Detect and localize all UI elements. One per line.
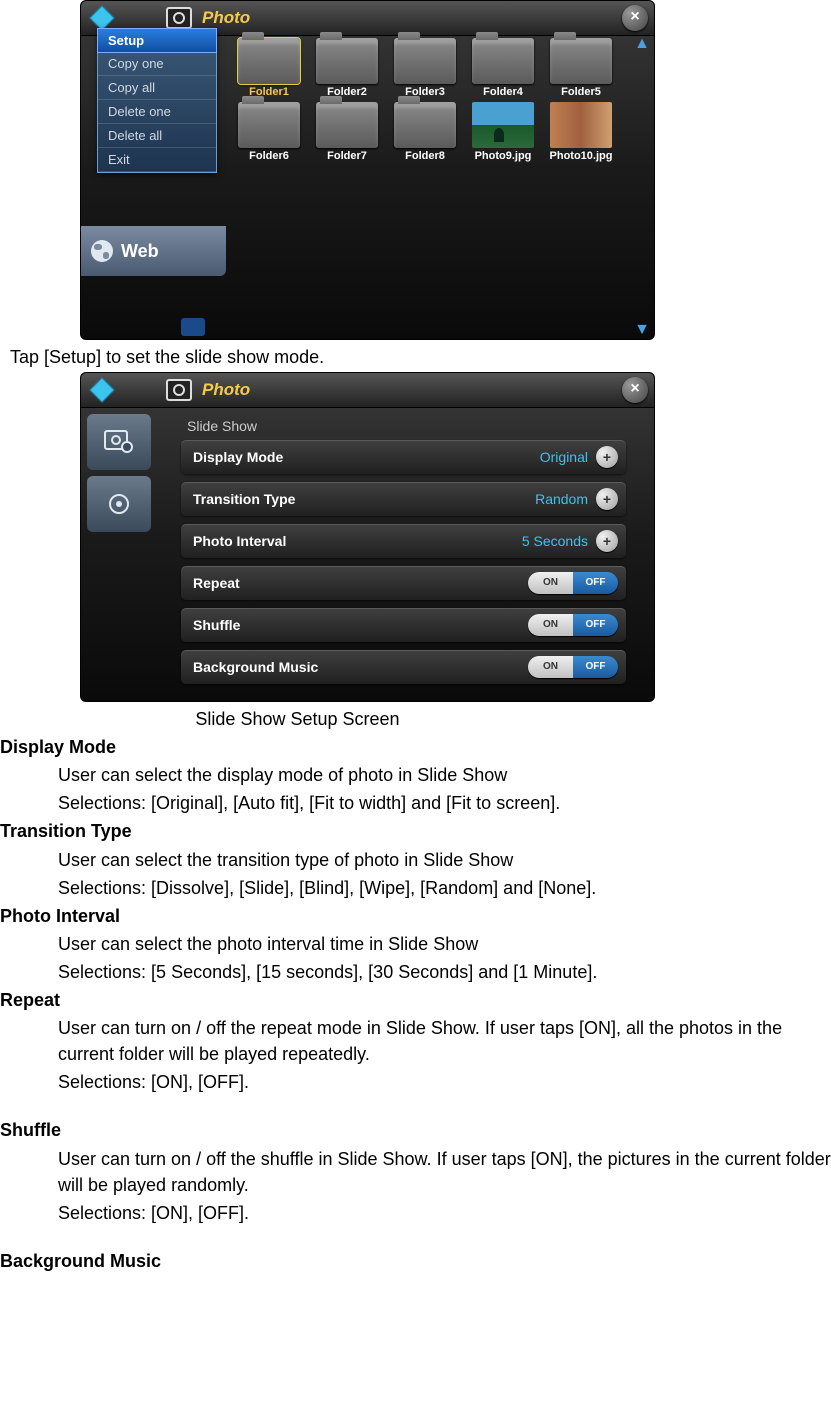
setting-value: Random [535, 491, 588, 507]
setting-label: Display Mode [193, 449, 540, 465]
photo-thumbnail [550, 102, 612, 148]
title-bar: Photo × [81, 373, 654, 408]
folder-icon [394, 102, 456, 148]
toggle-switch[interactable]: ON OFF [528, 572, 618, 594]
folder-icon [238, 102, 300, 148]
folder-item[interactable]: Folder4 [465, 38, 541, 98]
folder-icon [550, 38, 612, 84]
scroll-bar: ▲ ▼ [632, 36, 652, 338]
photo-interval-row[interactable]: Photo Interval 5 Seconds + [181, 524, 626, 558]
setting-value: Original [540, 449, 588, 465]
text: Selections: [ON], [OFF]. [58, 1069, 831, 1095]
folder-item[interactable]: Folder1 [231, 38, 307, 98]
folder-icon [394, 38, 456, 84]
folder-item[interactable]: Folder2 [309, 38, 385, 98]
text: Selections: [5 Seconds], [15 seconds], [… [58, 959, 831, 985]
shuffle-row[interactable]: Shuffle ON OFF [181, 608, 626, 642]
menu-copy-all[interactable]: Copy all [98, 76, 216, 100]
folder-icon [238, 38, 300, 84]
globe-icon [91, 240, 113, 262]
caption-2: Slide Show Setup Screen [10, 706, 585, 732]
photo-icon [166, 379, 192, 401]
folder-icon [472, 38, 534, 84]
web-tab-label: Web [121, 241, 159, 262]
text: User can turn on / off the shuffle in Sl… [58, 1146, 831, 1198]
image-gear-icon [104, 430, 134, 454]
app-logo-icon [93, 381, 111, 399]
text: User can select the transition type of p… [58, 847, 831, 873]
background-music-row[interactable]: Background Music ON OFF [181, 650, 626, 684]
setting-label: Photo Interval [193, 533, 522, 549]
app-logo-icon [93, 9, 111, 27]
caption-1: Tap [Setup] to set the slide show mode. [10, 344, 831, 370]
folder-icon [316, 38, 378, 84]
plus-button[interactable]: + [596, 488, 618, 510]
photo-thumbnail [472, 102, 534, 148]
setting-label: Background Music [193, 659, 528, 675]
text: Selections: [Dissolve], [Slide], [Blind]… [58, 875, 831, 901]
heading-transition-type: Transition Type [0, 818, 831, 844]
menu-copy-one[interactable]: Copy one [98, 52, 216, 76]
heading-repeat: Repeat [0, 987, 831, 1013]
photo-settings-tab[interactable] [87, 414, 151, 470]
section-header: Slide Show [187, 418, 626, 434]
folder-item[interactable]: Folder3 [387, 38, 463, 98]
menu-exit[interactable]: Exit [98, 148, 216, 172]
heading-background-music: Background Music [0, 1248, 831, 1274]
photo-browser-screenshot: Photo × Setup Copy one Copy all Delete o… [80, 0, 655, 340]
folder-grid: Folder1 Folder2 Folder3 Folder4 Folder5 … [231, 38, 631, 162]
slideshow-setup-screenshot: Photo × Slide Show Display Mode Original… [80, 372, 655, 702]
heading-shuffle: Shuffle [0, 1117, 831, 1143]
toggle-switch[interactable]: ON OFF [528, 614, 618, 636]
app-title: Photo [202, 8, 250, 28]
text: Selections: [Original], [Auto fit], [Fit… [58, 790, 831, 816]
setting-label: Shuffle [193, 617, 528, 633]
folder-item[interactable]: Folder5 [543, 38, 619, 98]
context-menu: Setup Copy one Copy all Delete one Delet… [97, 28, 217, 173]
plus-button[interactable]: + [596, 446, 618, 468]
photo-item[interactable]: Photo10.jpg [543, 102, 619, 162]
app-title: Photo [202, 380, 250, 400]
close-button[interactable]: × [622, 377, 648, 403]
settings-list: Slide Show Display Mode Original + Trans… [181, 418, 626, 684]
web-tab[interactable]: Web [81, 226, 226, 276]
text: User can turn on / off the repeat mode i… [58, 1015, 831, 1067]
setup-sidebar [81, 408, 161, 532]
gear-icon [106, 491, 132, 517]
close-button[interactable]: × [622, 5, 648, 31]
photo-item[interactable]: Photo9.jpg [465, 102, 541, 162]
scroll-down-icon[interactable]: ▼ [634, 322, 650, 338]
heading-photo-interval: Photo Interval [0, 903, 831, 929]
bottom-control-icon[interactable] [181, 318, 205, 336]
folder-item[interactable]: Folder8 [387, 102, 463, 162]
setting-label: Transition Type [193, 491, 535, 507]
folder-icon [316, 102, 378, 148]
repeat-row[interactable]: Repeat ON OFF [181, 566, 626, 600]
menu-delete-one[interactable]: Delete one [98, 100, 216, 124]
general-settings-tab[interactable] [87, 476, 151, 532]
text: User can select the display mode of phot… [58, 762, 831, 788]
menu-setup[interactable]: Setup [97, 28, 217, 53]
scroll-up-icon[interactable]: ▲ [634, 36, 650, 52]
heading-display-mode: Display Mode [0, 734, 831, 760]
text: User can select the photo interval time … [58, 931, 831, 957]
folder-item[interactable]: Folder7 [309, 102, 385, 162]
display-mode-row[interactable]: Display Mode Original + [181, 440, 626, 474]
menu-delete-all[interactable]: Delete all [98, 124, 216, 148]
text: Selections: [ON], [OFF]. [58, 1200, 831, 1226]
transition-type-row[interactable]: Transition Type Random + [181, 482, 626, 516]
plus-button[interactable]: + [596, 530, 618, 552]
setting-value: 5 Seconds [522, 533, 588, 549]
document-body: Slide Show Setup Screen Display Mode Use… [0, 706, 831, 1274]
setting-label: Repeat [193, 575, 528, 591]
photo-icon [166, 7, 192, 29]
toggle-switch[interactable]: ON OFF [528, 656, 618, 678]
folder-item[interactable]: Folder6 [231, 102, 307, 162]
